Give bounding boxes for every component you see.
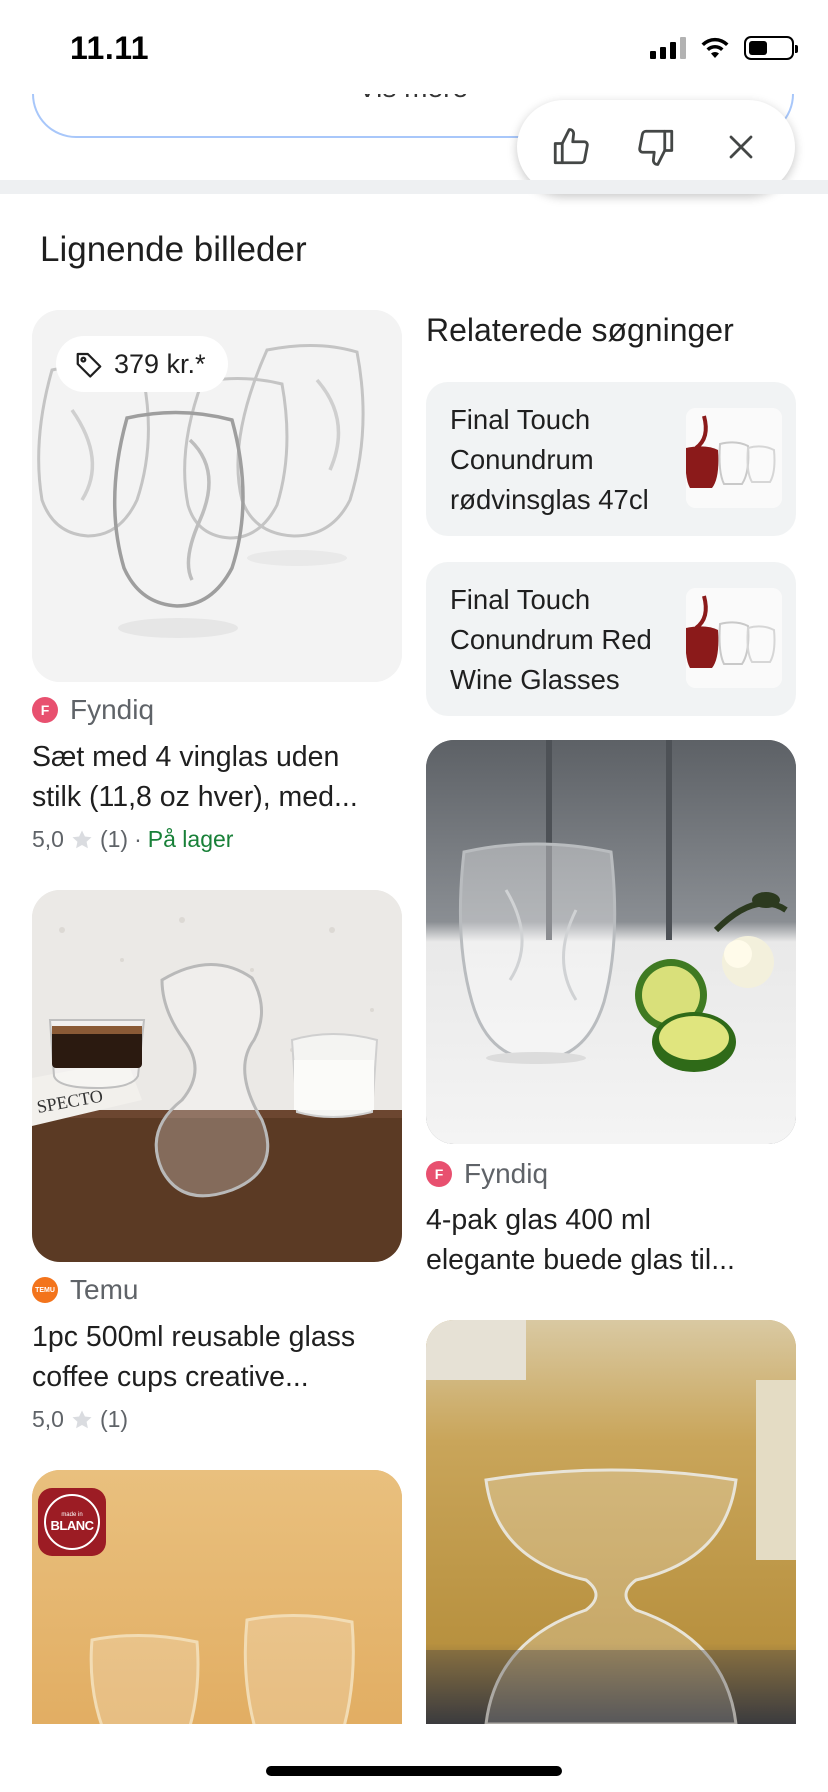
cellular-signal-icon — [650, 37, 686, 59]
battery-icon — [744, 36, 798, 60]
result-title[interactable]: Sæt med 4 vinglas uden stilk (11,8 oz hv… — [32, 737, 412, 817]
related-thumbnail — [686, 588, 782, 688]
price-chip: 379 kr.* — [56, 336, 228, 392]
source-name: Temu — [70, 1274, 139, 1305]
fyndiq-favicon: F — [32, 697, 58, 723]
source-name: Fyndiq — [70, 694, 155, 725]
thumbs-up-button[interactable] — [541, 117, 601, 177]
source-name: Fyndiq — [464, 1158, 549, 1189]
result-image-wine-glasses[interactable]: 379 kr.* — [32, 310, 402, 682]
result-image-coffee-cup[interactable]: SPECTO — [32, 890, 402, 1262]
red-wine-glasses-thumbnail — [686, 588, 782, 688]
status-time: 11.11 — [70, 30, 150, 66]
related-thumbnail — [686, 408, 782, 508]
result-title[interactable]: 4-pak glas 400 ml elegante buede glas ti… — [426, 1200, 806, 1280]
related-search-item[interactable]: Final Touch Conundrum rødvinsglas 47cl — [426, 382, 796, 536]
red-wine-glasses-thumbnail — [686, 408, 782, 508]
result-rating: 5,0 (1) — [32, 1406, 129, 1432]
thumbs-down-icon — [638, 129, 674, 166]
section-divider — [0, 180, 828, 194]
result-source[interactable]: F Fyndiq — [426, 1158, 548, 1190]
close-button[interactable] — [711, 117, 771, 177]
wifi-icon — [701, 37, 729, 58]
temu-favicon: TEMU — [32, 1277, 58, 1303]
result-rating: 5,0 (1) · På lager — [32, 826, 234, 852]
related-searches-title: Relaterede søgninger — [426, 312, 734, 348]
thumbs-down-button[interactable] — [626, 117, 686, 177]
star-icon — [72, 830, 92, 848]
result-image-hourglass-glass[interactable] — [426, 1320, 796, 1724]
blanc-logo: made in BLANC — [38, 1488, 106, 1556]
home-indicator — [266, 1766, 562, 1776]
fyndiq-favicon: F — [426, 1161, 452, 1187]
star-icon — [72, 1410, 92, 1428]
hourglass-glass-image — [426, 1320, 796, 1724]
close-icon — [729, 135, 753, 159]
result-source[interactable]: F Fyndiq — [32, 694, 154, 726]
status-bar: 11.11 — [0, 0, 828, 100]
section-title: Lignende billeder — [40, 230, 307, 269]
price-tag-icon — [76, 352, 102, 378]
price-label: 379 kr.* — [114, 348, 206, 379]
result-image-glass-with-lime[interactable] — [426, 740, 796, 1144]
glass-with-lime-image — [426, 740, 796, 1144]
result-title[interactable]: 1pc 500ml reusable glass coffee cups cre… — [32, 1317, 412, 1397]
related-search-item[interactable]: Final Touch Conundrum Red Wine Glasses — [426, 562, 796, 716]
stock-status: På lager — [147, 826, 234, 852]
thumbs-up-icon — [554, 128, 590, 165]
coffee-cup-image: SPECTO — [32, 890, 402, 1262]
result-source[interactable]: TEMU Temu — [32, 1274, 138, 1306]
